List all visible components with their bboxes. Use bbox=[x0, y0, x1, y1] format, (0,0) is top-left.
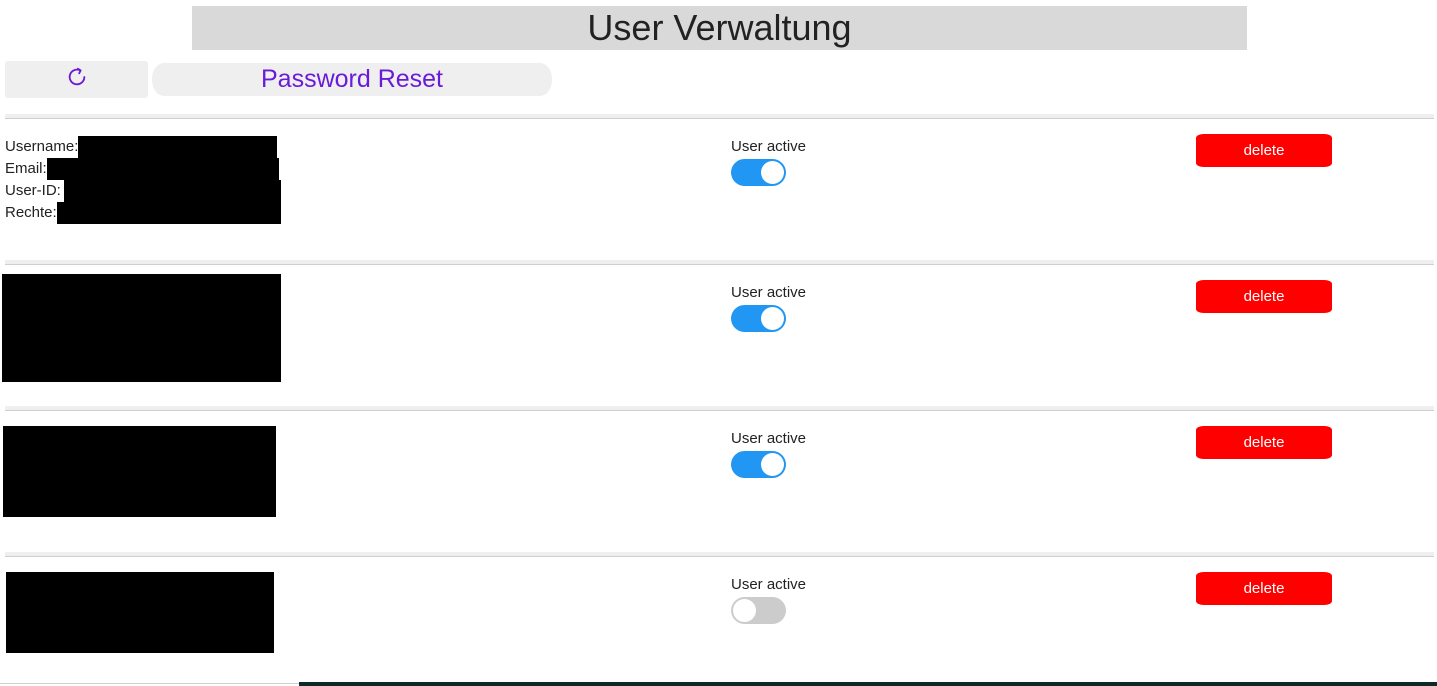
user-active-toggle[interactable] bbox=[731, 597, 786, 624]
user-active-label: User active bbox=[731, 576, 807, 593]
toggle-knob bbox=[761, 161, 784, 184]
user-management-page: User Verwaltung Password Reset Username:… bbox=[0, 0, 1437, 686]
user-active-label: User active bbox=[731, 430, 807, 447]
delete-button[interactable]: delete bbox=[1196, 280, 1332, 313]
toggle-knob bbox=[733, 599, 756, 622]
user-active-control: User active bbox=[731, 138, 806, 186]
toggle-knob bbox=[761, 307, 784, 330]
redacted-user-info bbox=[6, 572, 274, 653]
password-reset-button[interactable]: Password Reset bbox=[152, 63, 552, 96]
redacted-username bbox=[78, 136, 278, 158]
user-id-label: User-ID: bbox=[5, 182, 61, 199]
toggle-knob bbox=[761, 453, 784, 476]
toolbar: Password Reset bbox=[5, 61, 552, 98]
user-active-toggle[interactable] bbox=[731, 451, 786, 478]
username-label: Username: bbox=[5, 138, 79, 155]
delete-button[interactable]: delete bbox=[1196, 426, 1332, 459]
user-active-control: User active bbox=[731, 284, 806, 332]
redacted-user-info bbox=[3, 426, 276, 517]
redacted-email bbox=[46, 158, 279, 180]
delete-button[interactable]: delete bbox=[1196, 134, 1332, 167]
user-active-label: User active bbox=[731, 284, 807, 301]
refresh-button[interactable] bbox=[5, 61, 148, 98]
email-label: Email: bbox=[5, 160, 47, 177]
user-active-toggle[interactable] bbox=[731, 159, 786, 186]
bottom-divider bbox=[0, 683, 299, 684]
user-card: User active delete bbox=[3, 406, 1434, 552]
user-card: User active delete bbox=[5, 552, 1434, 686]
rechte-label: Rechte: bbox=[5, 204, 57, 221]
user-card: User active delete bbox=[2, 260, 1434, 406]
refresh-icon bbox=[66, 66, 88, 93]
redacted-user-info bbox=[2, 274, 281, 382]
redacted-rechte bbox=[56, 202, 281, 224]
user-info: Username: Email: User-ID: Rechte: bbox=[5, 136, 281, 224]
page-title: User Verwaltung bbox=[192, 6, 1247, 50]
taskbar-edge bbox=[299, 682, 1437, 686]
user-active-toggle[interactable] bbox=[731, 305, 786, 332]
redacted-user-id bbox=[63, 180, 281, 202]
user-active-control: User active bbox=[731, 576, 806, 624]
user-active-label: User active bbox=[731, 138, 807, 155]
user-list: Username: Email: User-ID: Rechte: User a… bbox=[0, 114, 1437, 686]
user-card: Username: Email: User-ID: Rechte: User a… bbox=[5, 114, 1434, 260]
user-active-control: User active bbox=[731, 430, 806, 478]
delete-button[interactable]: delete bbox=[1196, 572, 1332, 605]
